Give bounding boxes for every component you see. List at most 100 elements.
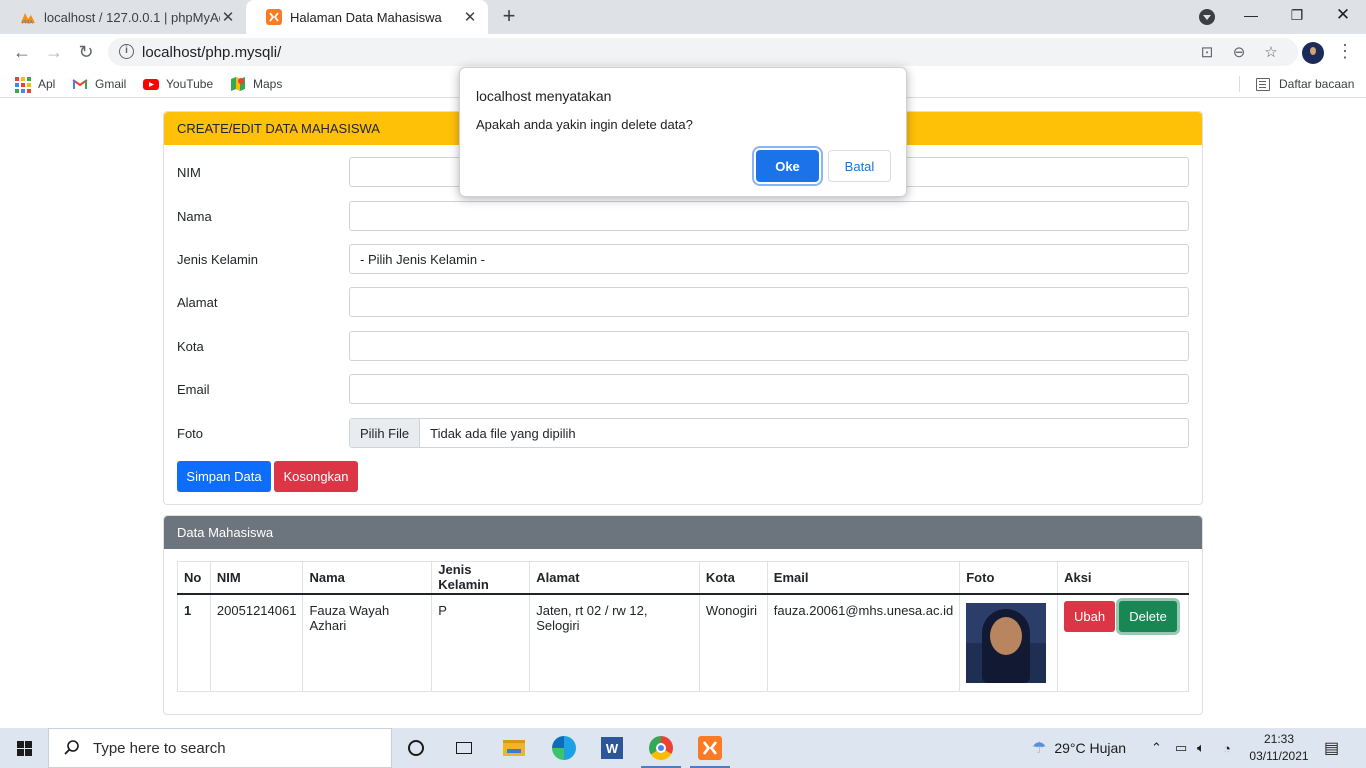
close-window-button[interactable]: ✕ bbox=[1320, 0, 1366, 30]
bookmark-gmail[interactable]: Gmail bbox=[72, 76, 126, 92]
cell-nama: Fauza Wayah Azhari bbox=[302, 593, 433, 692]
email-row: Email bbox=[177, 374, 1189, 404]
bookmark-maps[interactable]: Maps bbox=[230, 76, 282, 92]
student-photo bbox=[966, 602, 1047, 683]
svg-text:PMA: PMA bbox=[22, 20, 33, 25]
column-header-jenis-kelamin: Jenis Kelamin bbox=[431, 561, 531, 595]
volume-icon[interactable]: 🔈︎ bbox=[1197, 728, 1205, 768]
dialog-message: Apakah anda yakin ingin delete data? bbox=[476, 117, 693, 132]
forward-icon[interactable]: → bbox=[42, 40, 66, 64]
reading-list-icon bbox=[1256, 77, 1270, 91]
reload-icon[interactable]: ↻ bbox=[74, 40, 98, 64]
column-header-no: No bbox=[177, 561, 211, 595]
clock-date: 03/11/2021 bbox=[1249, 749, 1309, 763]
reading-list-label: Daftar bacaan bbox=[1279, 77, 1355, 91]
reading-list[interactable]: Daftar bacaan bbox=[1239, 76, 1354, 92]
clock[interactable]: 21:33 03/11/2021 bbox=[1247, 731, 1311, 765]
close-icon[interactable]: ✕ bbox=[220, 8, 236, 26]
confirm-dialog: localhost menyatakan Apakah anda yakin i… bbox=[459, 67, 907, 197]
cell-nim: 20051214061 bbox=[209, 593, 304, 692]
jenis-kelamin-select[interactable]: - Pilih Jenis Kelamin - bbox=[349, 244, 1189, 274]
column-header-kota: Kota bbox=[698, 561, 768, 595]
alamat-input[interactable] bbox=[349, 287, 1189, 317]
edit-button[interactable]: Ubah bbox=[1064, 600, 1116, 632]
menu-icon[interactable]: ⋮ bbox=[1336, 42, 1354, 62]
minimize-button[interactable]: — bbox=[1228, 0, 1274, 30]
close-icon[interactable]: ✕ bbox=[462, 8, 478, 26]
xampp-taskbar-icon[interactable] bbox=[686, 728, 734, 768]
maps-icon bbox=[231, 77, 245, 91]
chrome-icon[interactable] bbox=[637, 728, 685, 768]
avatar[interactable] bbox=[1302, 42, 1324, 64]
cancel-button[interactable]: Batal bbox=[828, 150, 891, 182]
address-bar[interactable]: i localhost/php.mysqli/ ⊡ ⊖ ☆ bbox=[108, 38, 1298, 66]
table-row: 1 20051214061 Fauza Wayah Azhari P Jaten… bbox=[177, 593, 1189, 692]
phpmyadmin-icon: PMA bbox=[21, 13, 35, 25]
column-header-alamat: Alamat bbox=[529, 561, 700, 595]
column-header-email: Email bbox=[766, 561, 961, 595]
zoom-icon[interactable]: ⊖ bbox=[1230, 44, 1248, 62]
back-icon[interactable]: ← bbox=[10, 40, 34, 64]
foto-label: Foto bbox=[177, 426, 204, 441]
battery-icon[interactable]: ▭ bbox=[1175, 728, 1187, 768]
clear-button[interactable]: Kosongkan bbox=[274, 461, 358, 492]
column-header-foto: Foto bbox=[959, 561, 1059, 595]
choose-file-button[interactable]: Pilih File bbox=[350, 419, 421, 447]
tab-phpmyadmin[interactable]: PMA localhost / 127.0.0.1 | phpMyAdmin ✕ bbox=[0, 0, 246, 34]
bookmark-apl[interactable]: Apl bbox=[15, 76, 56, 93]
wifi-icon[interactable]: ◔ bbox=[1223, 728, 1231, 768]
kota-row: Kota bbox=[177, 331, 1189, 361]
delete-button[interactable]: Delete bbox=[1119, 600, 1178, 632]
task-view-icon[interactable] bbox=[440, 728, 488, 768]
xampp-icon bbox=[698, 736, 722, 760]
new-tab-button[interactable]: + bbox=[498, 5, 520, 29]
start-button[interactable] bbox=[0, 728, 48, 768]
tab-search-icon[interactable] bbox=[1199, 9, 1215, 25]
nama-input[interactable] bbox=[349, 201, 1189, 231]
email-label: Email bbox=[177, 382, 210, 397]
cell-aksi: Ubah Delete bbox=[1057, 593, 1189, 692]
weather-text: 29°C Hujan bbox=[1054, 740, 1127, 756]
cell-foto bbox=[959, 593, 1059, 692]
notification-icon[interactable]: ▤ bbox=[1324, 728, 1339, 768]
foto-file-input[interactable]: Pilih File Tidak ada file yang dipilih bbox=[349, 418, 1189, 448]
taskbar-search[interactable]: Type here to search bbox=[48, 728, 392, 768]
nim-label: NIM bbox=[177, 165, 201, 180]
bookmark-youtube[interactable]: YouTube bbox=[143, 76, 213, 92]
tab-title: localhost / 127.0.0.1 | phpMyAdmin bbox=[44, 9, 220, 25]
jenis-kelamin-row: Jenis Kelamin - Pilih Jenis Kelamin - bbox=[177, 244, 1189, 274]
cell-alamat: Jaten, rt 02 / rw 12, Selogiri bbox=[529, 593, 700, 692]
kota-label: Kota bbox=[177, 339, 204, 354]
kota-input[interactable] bbox=[349, 331, 1189, 361]
youtube-icon bbox=[143, 79, 159, 90]
restore-button[interactable]: ❐ bbox=[1274, 0, 1320, 30]
tab-data-mahasiswa[interactable]: Halaman Data Mahasiswa ✕ bbox=[246, 0, 488, 34]
file-explorer-icon[interactable] bbox=[490, 728, 538, 768]
info-icon[interactable]: i bbox=[119, 44, 134, 59]
tray-chevron-icon[interactable]: ⌃ bbox=[1151, 728, 1162, 768]
nama-row: Nama bbox=[177, 201, 1189, 231]
tab-strip: PMA localhost / 127.0.0.1 | phpMyAdmin ✕… bbox=[0, 0, 1366, 34]
edge-icon[interactable] bbox=[540, 728, 588, 768]
alamat-label: Alamat bbox=[177, 295, 218, 310]
alamat-row: Alamat bbox=[177, 287, 1189, 317]
translate-icon[interactable]: ⊡ bbox=[1198, 44, 1216, 62]
data-card: Data Mahasiswa No NIM Nama Jenis Kelamin… bbox=[163, 515, 1203, 715]
jenis-kelamin-label: Jenis Kelamin bbox=[177, 252, 258, 267]
email-field[interactable] bbox=[349, 374, 1189, 404]
bookmark-label: Apl bbox=[38, 77, 56, 91]
apps-grid-icon bbox=[15, 76, 31, 93]
word-icon[interactable]: W bbox=[588, 728, 636, 768]
save-button[interactable]: Simpan Data bbox=[177, 461, 271, 492]
clock-time: 21:33 bbox=[1263, 732, 1295, 746]
cell-email: fauza.20061@mhs.unesa.ac.id bbox=[766, 593, 961, 692]
weather-widget[interactable]: ☂ 29°C Hujan bbox=[1032, 728, 1126, 768]
url-text[interactable]: localhost/php.mysqli/ bbox=[142, 44, 281, 61]
cortana-icon[interactable] bbox=[392, 728, 440, 768]
table-header-row: No NIM Nama Jenis Kelamin Alamat Kota Em… bbox=[177, 561, 1189, 595]
cell-kota: Wonogiri bbox=[698, 593, 768, 692]
ok-button[interactable]: Oke bbox=[756, 150, 819, 182]
foto-row: Foto Pilih File Tidak ada file yang dipi… bbox=[177, 418, 1189, 448]
star-icon[interactable]: ☆ bbox=[1262, 44, 1280, 62]
cell-jenis-kelamin: P bbox=[431, 593, 531, 692]
